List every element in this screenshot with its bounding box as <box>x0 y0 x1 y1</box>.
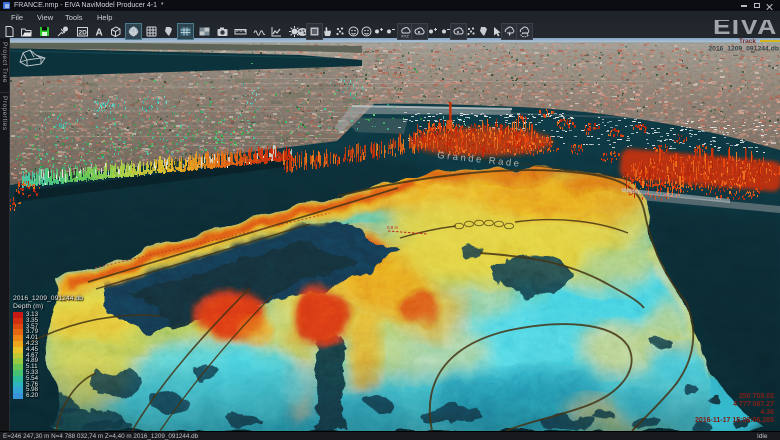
svg-text:0.8 m: 0.8 m <box>387 225 399 230</box>
